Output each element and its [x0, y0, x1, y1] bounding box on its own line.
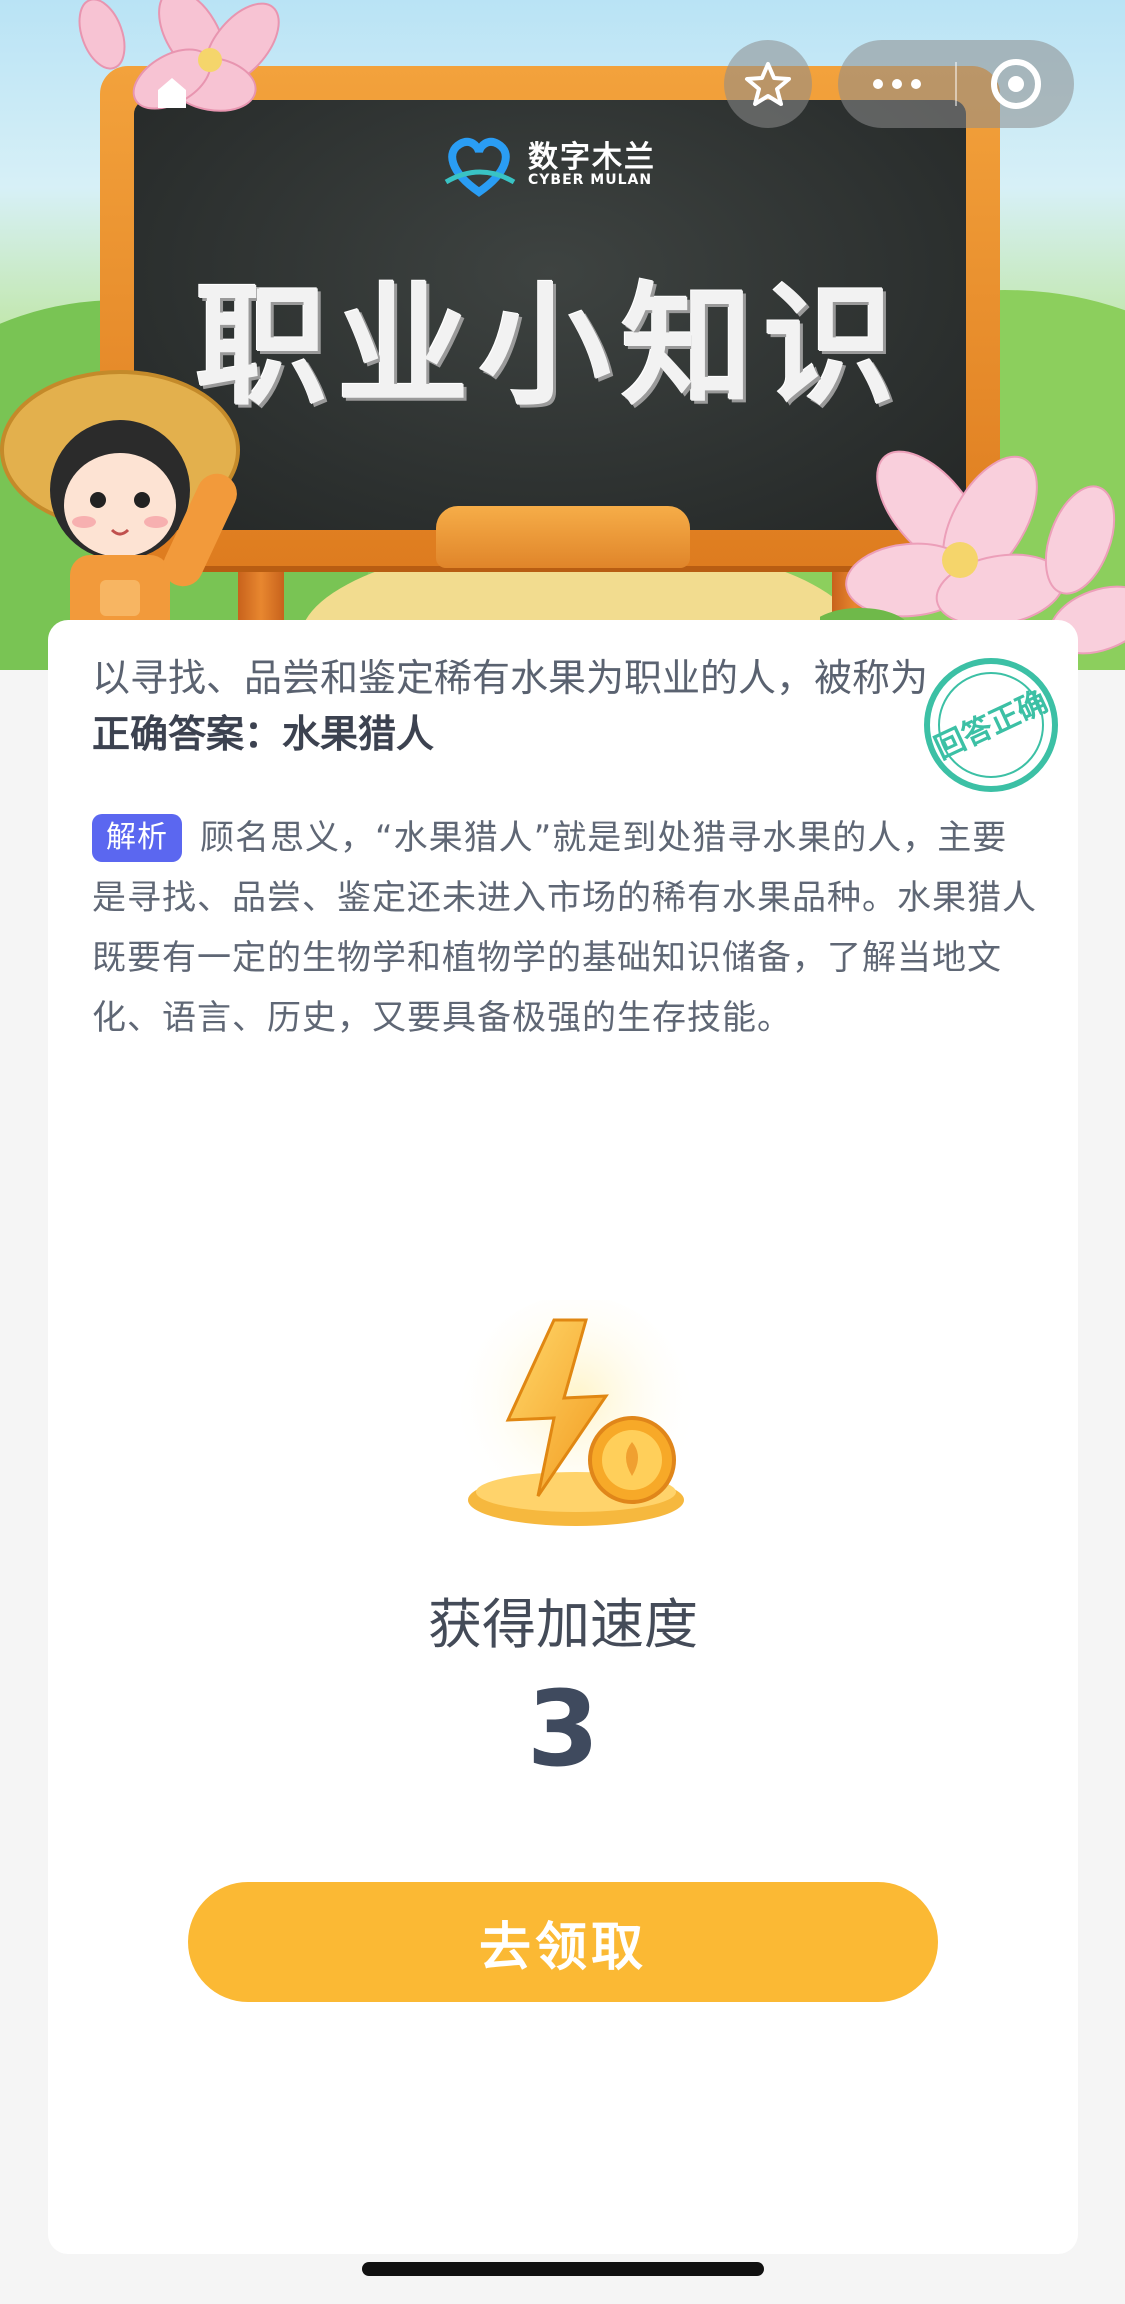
- question-text: 以寻找、品尝和鉴定稀有水果为职业的人，被称为: [92, 656, 929, 700]
- correct-answer: 正确答案：水果猎人: [92, 712, 435, 756]
- brand-logo: 数字木兰 CYBER MULAN: [440, 132, 680, 198]
- girl-mascot-icon: [0, 370, 240, 650]
- mini-program-capsule: [838, 40, 1074, 128]
- reward-value: 3: [526, 1668, 600, 1790]
- close-miniprogram-button[interactable]: [957, 40, 1074, 128]
- favorite-button[interactable]: [724, 40, 812, 128]
- chalkboard-tab: [436, 506, 690, 568]
- heart-logo-icon: [444, 137, 516, 197]
- header-banner: 数字木兰 CYBER MULAN 职业小知识: [0, 0, 1125, 670]
- explanation-tag: 解析: [92, 814, 182, 862]
- explanation-block: 解析 顾名思义，“水果猎人”就是到处猎寻水果的人，主要是寻找、品尝、鉴定还未进入市…: [92, 808, 1042, 1048]
- star-icon: [745, 62, 791, 106]
- lightning-coin-icon: [461, 1300, 691, 1526]
- correct-stamp-icon: 回答正确: [924, 658, 1058, 792]
- claim-button[interactable]: 去领取: [188, 1882, 938, 2002]
- home-icon[interactable]: [154, 72, 190, 112]
- reward-label: 获得加速度: [428, 1593, 698, 1656]
- more-dots-icon: [872, 79, 921, 89]
- logo-cn-text: 数字木兰: [528, 139, 656, 175]
- logo-en-text: CYBER MULAN: [528, 172, 653, 189]
- more-button[interactable]: [838, 40, 955, 128]
- home-indicator[interactable]: [362, 2262, 764, 2276]
- explanation-text: 顾名思义，“水果猎人”就是到处猎寻水果的人，主要是寻找、品尝、鉴定还未进入市场的…: [92, 818, 1037, 1038]
- target-circle-icon: [990, 59, 1041, 109]
- result-card: 以寻找、品尝和鉴定稀有水果为职业的人，被称为 正确答案：水果猎人 回答正确 解析…: [48, 620, 1078, 2254]
- flower-decoration-icon: [78, 0, 280, 112]
